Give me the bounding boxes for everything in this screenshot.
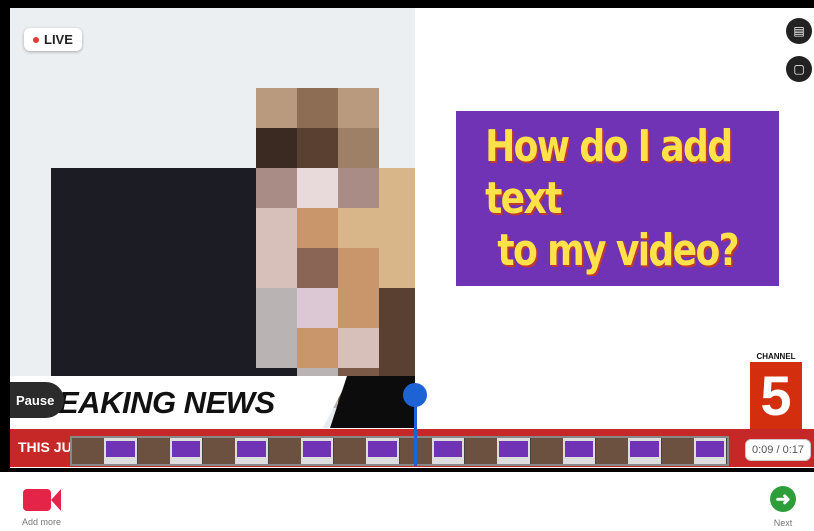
bottom-bar: Add more ➜ Next [0,472,814,531]
timeline-frame[interactable] [530,438,596,464]
text-overlay-card[interactable]: How do I add text to my video? [456,111,779,286]
add-more-button[interactable]: Add more [22,487,61,527]
comment-button[interactable]: ▢ [786,56,812,82]
timeline-frame[interactable] [465,438,531,464]
timeline-strip[interactable] [70,436,729,466]
next-button[interactable]: ➜ Next [770,486,796,528]
arrow-right-icon: ➜ [770,486,796,512]
video-preview[interactable]: LIVE EAKING NEWS Pause [10,8,415,428]
layout-icon: ▤ [793,24,805,38]
comment-icon: ▢ [793,62,805,76]
timeline-frame[interactable] [268,438,334,464]
overlay-line-1: How do I add text [485,120,733,224]
timeline-frame[interactable] [203,438,269,464]
live-dot-icon [33,36,39,43]
channel-logo: CHANNEL 5 [746,348,806,434]
next-label: Next [773,518,793,528]
overlay-line-2: to my video? [497,224,739,276]
video-camera-icon [22,487,61,511]
playhead-line[interactable] [414,400,417,466]
channel-number: 5 [750,362,802,430]
timeline-frame[interactable] [596,438,662,464]
timeline-frame[interactable] [72,438,138,464]
timeline-frame[interactable] [334,438,400,464]
layout-button[interactable]: ▤ [786,18,812,44]
timeline-frame[interactable] [137,438,203,464]
ticker-text: THIS JU [18,439,72,455]
pause-button[interactable]: Pause [10,382,65,418]
time-display: 0:09 / 0:17 [745,439,811,461]
playhead-handle[interactable] [403,383,427,407]
add-more-label: Add more [22,517,62,527]
timeline-frame[interactable] [399,438,465,464]
live-label: LIVE [44,32,73,47]
channel-label: CHANNEL [756,352,796,361]
breaking-news-text: EAKING NEWS [58,385,275,420]
timeline-frame[interactable] [661,438,727,464]
video-stage: LIVE EAKING NEWS Pause How do I add text… [10,8,814,468]
live-badge: LIVE [24,28,82,51]
